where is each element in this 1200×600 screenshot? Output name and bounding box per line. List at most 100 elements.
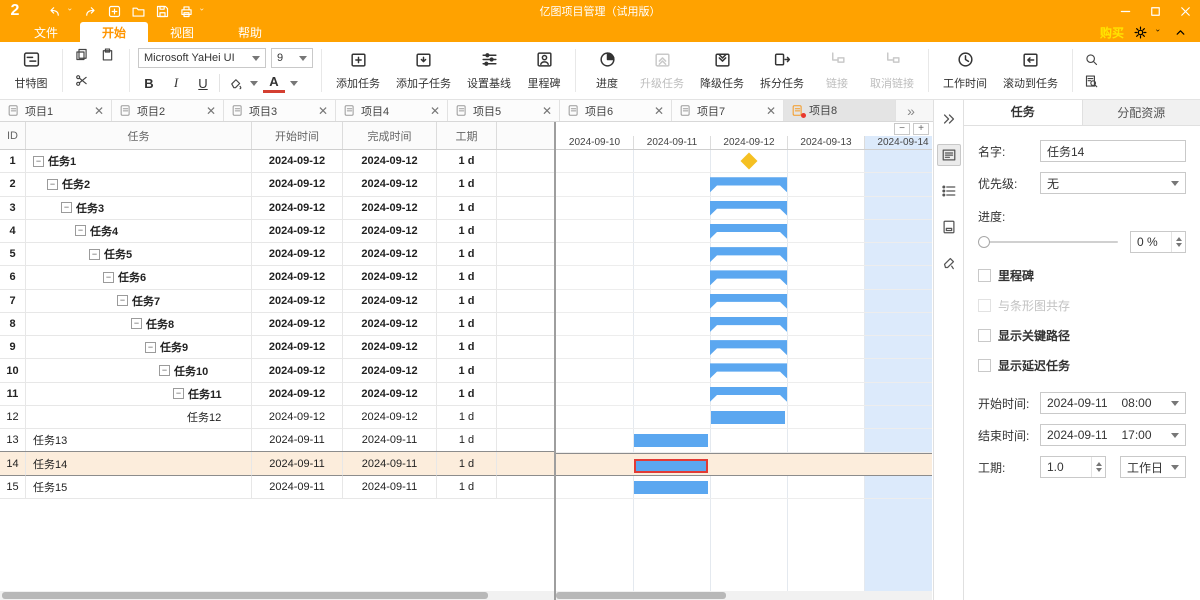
close-tab-icon[interactable]: ✕ (94, 104, 104, 118)
table-row[interactable]: 14任务142024-09-112024-09-111 d (0, 452, 554, 475)
new-file-icon[interactable] (104, 2, 124, 20)
cell-start[interactable]: 2024-09-12 (252, 150, 343, 173)
header-duration[interactable]: 工期 (437, 122, 497, 149)
fill-color-icon[interactable] (225, 74, 245, 92)
cell-finish[interactable]: 2024-09-11 (343, 452, 437, 475)
paste-icon[interactable] (97, 46, 117, 64)
font-size-select[interactable]: 9 (271, 48, 313, 68)
open-file-icon[interactable] (128, 2, 148, 20)
collapse-expander-icon[interactable]: − (117, 295, 128, 306)
cell-task-name[interactable]: −任务5 (26, 243, 252, 266)
gantt-row[interactable] (556, 173, 932, 196)
zoom-in-button[interactable]: + (913, 123, 929, 135)
gantt-row[interactable] (556, 383, 932, 406)
cell-task-name[interactable]: 任务14 (26, 452, 252, 475)
table-row[interactable]: 12任务122024-09-122024-09-121 d (0, 406, 554, 429)
doc-tab-项目6[interactable]: 项目6✕ (560, 100, 672, 121)
cell-duration[interactable]: 1 d (437, 359, 497, 382)
cell-start[interactable]: 2024-09-12 (252, 220, 343, 243)
cell-finish[interactable]: 2024-09-12 (343, 173, 437, 196)
task-form-panel-icon[interactable] (937, 144, 961, 166)
close-button[interactable] (1170, 0, 1200, 22)
delayed-checkbox[interactable] (978, 359, 991, 372)
header-start[interactable]: 开始时间 (252, 122, 343, 149)
task-bar-selected[interactable] (634, 459, 708, 473)
gantt-row[interactable] (556, 150, 932, 173)
table-row[interactable]: 2−任务22024-09-122024-09-121 d (0, 173, 554, 196)
header-id[interactable]: ID (0, 122, 26, 149)
gantt-view-button[interactable]: 甘特图 (8, 46, 54, 95)
summary-bar[interactable] (710, 387, 787, 402)
close-tab-icon[interactable]: ✕ (542, 104, 552, 118)
summary-bar[interactable] (710, 201, 787, 216)
search-icon[interactable] (1081, 51, 1101, 69)
cell-task-name[interactable]: −任务1 (26, 150, 252, 173)
cell-start[interactable]: 2024-09-12 (252, 359, 343, 382)
start-time-picker[interactable]: 2024-09-11 08:00 (1040, 392, 1186, 414)
cell-duration[interactable]: 1 d (437, 266, 497, 289)
cell-finish[interactable]: 2024-09-12 (343, 383, 437, 406)
cell-task-name[interactable]: 任务15 (26, 476, 252, 499)
cell-task-name[interactable]: −任务2 (26, 173, 252, 196)
outline-list-panel-icon[interactable] (937, 180, 961, 202)
gantt-row[interactable] (556, 476, 932, 499)
cell-finish[interactable]: 2024-09-11 (343, 476, 437, 499)
cell-finish[interactable]: 2024-09-12 (343, 313, 437, 336)
summary-bar[interactable] (710, 363, 787, 378)
doc-tab-项目4[interactable]: 项目4✕ (336, 100, 448, 121)
milestone-button[interactable]: 里程碑 (521, 46, 567, 95)
cell-task-name[interactable]: −任务6 (26, 266, 252, 289)
set-baseline-button[interactable]: 设置基线 (461, 46, 517, 95)
underline-button[interactable]: U (192, 73, 214, 93)
header-task[interactable]: 任务 (26, 122, 252, 149)
save-icon[interactable] (152, 2, 172, 20)
collapse-expander-icon[interactable]: − (159, 365, 170, 376)
doc-tab-项目3[interactable]: 项目3✕ (224, 100, 336, 121)
cell-task-name[interactable]: −任务7 (26, 290, 252, 313)
cell-task-name[interactable]: 任务12 (26, 406, 252, 429)
collapse-expander-icon[interactable]: − (33, 156, 44, 167)
cell-duration[interactable]: 1 d (437, 243, 497, 266)
summary-bar[interactable] (710, 247, 787, 262)
maximize-button[interactable] (1140, 0, 1170, 22)
cell-start[interactable]: 2024-09-12 (252, 313, 343, 336)
demote-task-button[interactable]: 降级任务 (694, 46, 750, 95)
gantt-row[interactable] (556, 453, 932, 476)
menu-tab-视图[interactable]: 视图 (148, 22, 216, 42)
cell-task-name[interactable]: −任务10 (26, 359, 252, 382)
close-tab-icon[interactable]: ✕ (318, 104, 328, 118)
summary-bar[interactable] (710, 270, 787, 285)
task-bar[interactable] (634, 481, 708, 494)
table-row[interactable]: 13任务132024-09-112024-09-111 d (0, 429, 554, 452)
table-row[interactable]: 10−任务102024-09-122024-09-121 d (0, 359, 554, 382)
collapse-expander-icon[interactable]: − (61, 202, 72, 213)
end-time-picker[interactable]: 2024-09-11 17:00 (1040, 424, 1186, 446)
progress-slider[interactable] (978, 236, 1118, 248)
add-task-button[interactable]: 添加任务 (330, 46, 386, 95)
scroll-to-task-button[interactable]: 滚动到任务 (997, 46, 1064, 95)
print-caret-icon[interactable] (200, 2, 208, 20)
undo-caret-icon[interactable] (68, 2, 76, 20)
menu-tab-开始[interactable]: 开始 (80, 22, 148, 42)
table-row[interactable]: 8−任务82024-09-122024-09-121 d (0, 313, 554, 336)
duration-spin-arrows[interactable] (1091, 457, 1105, 477)
collapse-expander-icon[interactable]: − (173, 388, 184, 399)
gantt-hscrollbar-thumb[interactable] (556, 592, 726, 599)
split-task-button[interactable]: 拆分任务 (754, 46, 810, 95)
menu-tab-文件[interactable]: 文件 (12, 22, 80, 42)
table-row[interactable]: 15任务152024-09-112024-09-111 d (0, 476, 554, 499)
table-row[interactable]: 1−任务12024-09-122024-09-121 d (0, 150, 554, 173)
cell-finish[interactable]: 2024-09-12 (343, 220, 437, 243)
close-tab-icon[interactable]: ✕ (430, 104, 440, 118)
progress-spinner[interactable]: 0 % (1130, 231, 1186, 253)
doc-tab-项目7[interactable]: 项目7✕ (672, 100, 784, 121)
italic-button[interactable]: I (165, 73, 187, 93)
milestone-diamond[interactable] (740, 153, 757, 170)
collapse-expander-icon[interactable]: − (75, 225, 86, 236)
cell-duration[interactable]: 1 d (437, 406, 497, 429)
table-row[interactable]: 9−任务92024-09-122024-09-121 d (0, 336, 554, 359)
name-input[interactable]: 任务14 (1040, 140, 1186, 162)
cell-duration[interactable]: 1 d (437, 173, 497, 196)
font-color-button[interactable]: A (263, 73, 285, 93)
buy-button[interactable]: 购买 (1100, 24, 1124, 41)
